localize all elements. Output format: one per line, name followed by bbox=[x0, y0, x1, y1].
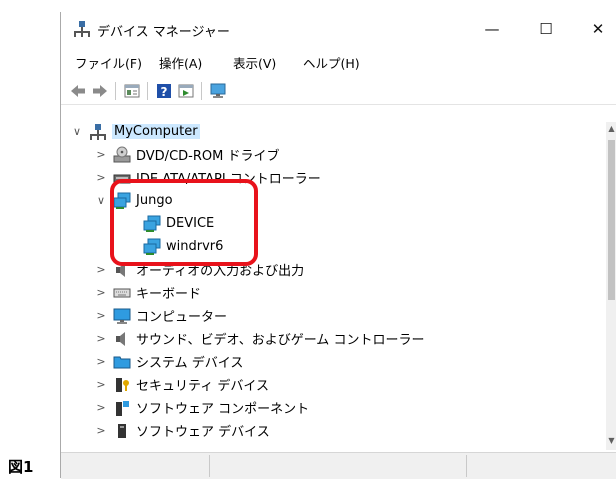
chevron-right-icon[interactable]: > bbox=[95, 355, 107, 368]
close-button[interactable]: ✕ bbox=[575, 12, 616, 46]
tree-item-software-component[interactable]: > ソフトウェア コンポーネント bbox=[95, 396, 309, 419]
tree-item-software-device[interactable]: > ソフトウェア デバイス bbox=[95, 419, 270, 442]
tree-item-label: サウンド、ビデオ、およびゲーム コントローラー bbox=[136, 333, 425, 348]
software-component-icon bbox=[116, 400, 129, 416]
back-icon[interactable] bbox=[69, 82, 87, 100]
help-icon[interactable]: ? bbox=[155, 82, 173, 100]
software-device-icon bbox=[118, 423, 126, 438]
menu-help[interactable]: ヘルプ(H) bbox=[303, 53, 360, 72]
chevron-right-icon[interactable]: > bbox=[95, 401, 107, 414]
forward-icon[interactable] bbox=[91, 82, 109, 100]
keyboard-icon bbox=[113, 288, 131, 297]
toolbar-separator bbox=[115, 82, 116, 100]
chevron-down-icon[interactable]: ∨ bbox=[71, 125, 83, 138]
tree-root[interactable]: ∨ MyComputer bbox=[71, 120, 200, 143]
menu-action[interactable]: 操作(A) bbox=[159, 53, 202, 72]
toolbar-separator bbox=[201, 82, 202, 100]
menu-view[interactable]: 表示(V) bbox=[233, 53, 276, 72]
tree-item-label: ソフトウェア コンポーネント bbox=[136, 402, 310, 417]
security-key-icon bbox=[116, 377, 129, 392]
title-bar[interactable]: デバイス マネージャー — ☐ ✕ bbox=[61, 12, 616, 46]
scroll-down-icon[interactable]: ▼ bbox=[606, 436, 616, 445]
chevron-down-icon[interactable]: ∨ bbox=[95, 194, 107, 207]
tree-item-keyboard[interactable]: > キーボード bbox=[95, 281, 201, 304]
tree-item-label: セキュリティ デバイス bbox=[136, 379, 269, 394]
speaker-icon bbox=[116, 331, 125, 346]
tree-item-label: システム デバイス bbox=[136, 356, 244, 371]
menu-file[interactable]: ファイル(F) bbox=[75, 53, 142, 72]
tree-item-security[interactable]: > セキュリティ デバイス bbox=[95, 373, 269, 396]
monitor-icon bbox=[113, 308, 131, 324]
status-bar bbox=[61, 452, 616, 479]
minimize-button[interactable]: — bbox=[469, 12, 515, 46]
tree-item-computer[interactable]: > コンピューター bbox=[95, 304, 227, 327]
tree-item-label: コンピューター bbox=[136, 310, 228, 325]
chevron-right-icon[interactable]: > bbox=[95, 424, 107, 437]
scroll-up-icon[interactable]: ▲ bbox=[606, 124, 616, 133]
vertical-scrollbar[interactable]: ▲ ▼ bbox=[606, 122, 616, 450]
chevron-right-icon[interactable]: > bbox=[95, 148, 107, 161]
chevron-right-icon[interactable]: > bbox=[95, 171, 107, 184]
chevron-right-icon[interactable]: > bbox=[95, 378, 107, 391]
tree-item-sound[interactable]: > サウンド、ビデオ、およびゲーム コントローラー bbox=[95, 327, 424, 350]
folder-icon bbox=[113, 356, 131, 368]
tree-item-system[interactable]: > システム デバイス bbox=[95, 350, 243, 373]
update-driver-icon[interactable] bbox=[177, 82, 195, 100]
svg-text:?: ? bbox=[161, 85, 168, 99]
chevron-right-icon[interactable]: > bbox=[95, 286, 107, 299]
monitor-icon[interactable] bbox=[209, 82, 227, 100]
menu-bar: ファイル(F) 操作(A) 表示(V) ヘルプ(H) bbox=[61, 50, 616, 72]
tree-item-label: ソフトウェア デバイス bbox=[136, 425, 270, 440]
status-divider bbox=[209, 455, 210, 477]
highlight-annotation bbox=[110, 179, 258, 266]
properties-icon[interactable] bbox=[123, 82, 141, 100]
maximize-button[interactable]: ☐ bbox=[523, 12, 569, 46]
toolbar-separator bbox=[147, 82, 148, 100]
tree-item-dvd[interactable]: > DVD/CD-ROM ドライブ bbox=[95, 143, 279, 166]
dvd-drive-icon bbox=[113, 146, 131, 162]
toolbar: ? bbox=[61, 78, 616, 105]
chevron-right-icon[interactable]: > bbox=[95, 309, 107, 322]
tree-item-label: キーボード bbox=[136, 287, 202, 302]
status-divider bbox=[466, 455, 467, 477]
chevron-right-icon[interactable]: > bbox=[95, 332, 107, 345]
device-manager-icon bbox=[74, 21, 90, 37]
window-title: デバイス マネージャー bbox=[97, 25, 230, 40]
device-tree: ∨ MyComputer > DVD/CD-ROM ドライブ > IDE ATA… bbox=[61, 120, 606, 450]
figure-label: 図1 bbox=[8, 458, 34, 476]
tree-item-label: DVD/CD-ROM ドライブ bbox=[136, 149, 280, 164]
chevron-right-icon[interactable]: > bbox=[95, 263, 107, 276]
tree-root-label: MyComputer bbox=[112, 124, 200, 139]
computer-tree-icon bbox=[90, 123, 106, 140]
scroll-thumb[interactable] bbox=[608, 140, 615, 300]
